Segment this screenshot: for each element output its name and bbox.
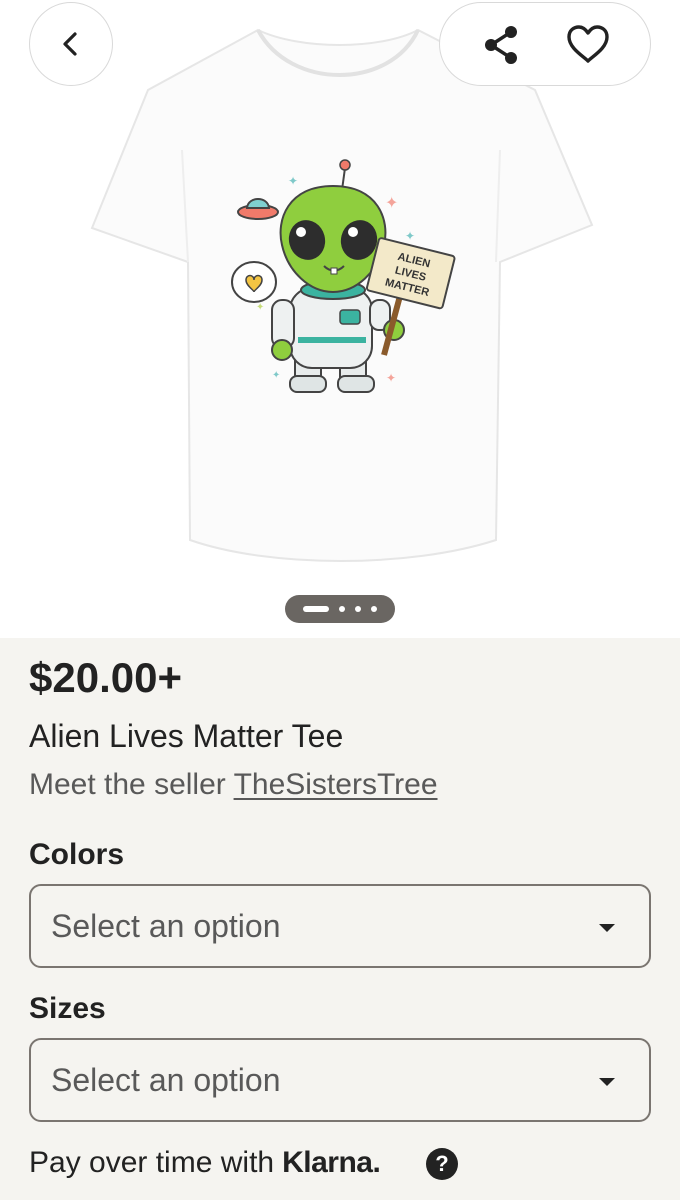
seller-prefix: Meet the seller: [29, 768, 234, 801]
sizes-select[interactable]: Select an option: [29, 1038, 651, 1122]
sizes-label: Sizes: [29, 992, 106, 1025]
product-image[interactable]: ✦ ✦ ✦ ✦ ✦ ✦ ALIEN LIVES MATTER: [0, 0, 680, 638]
klarna-text: Pay over time with: [29, 1146, 275, 1179]
klarna-logo: Klarna.: [282, 1146, 381, 1179]
svg-text:✦: ✦: [288, 174, 298, 188]
header-actions: [439, 2, 651, 86]
share-icon: [485, 26, 517, 64]
seller-line: Meet the seller TheSistersTree: [29, 768, 438, 802]
klarna-promo: Pay over time with Klarna.: [29, 1146, 381, 1180]
product-image-gallery[interactable]: ✦ ✦ ✦ ✦ ✦ ✦ ALIEN LIVES MATTER: [0, 0, 680, 638]
pager-dot: [355, 606, 361, 612]
svg-text:✦: ✦: [386, 371, 396, 385]
chevron-left-icon: [63, 32, 77, 56]
seller-link[interactable]: TheSistersTree: [234, 768, 438, 801]
share-button[interactable]: [478, 21, 526, 69]
pager-active-indicator: [303, 606, 329, 612]
heart-icon: [567, 25, 609, 63]
favorite-button[interactable]: [564, 21, 612, 69]
svg-text:✦: ✦: [272, 370, 280, 381]
speech-bubble-graphic: [231, 261, 277, 303]
question-circle-icon[interactable]: ?: [426, 1148, 458, 1180]
colors-select-value: Select an option: [51, 907, 281, 944]
pager-dot: [371, 606, 377, 612]
colors-label: Colors: [29, 838, 125, 871]
image-pager[interactable]: [285, 595, 395, 623]
svg-text:✦: ✦: [385, 195, 398, 212]
caret-down-icon: [599, 924, 615, 932]
product-title: Alien Lives Matter Tee: [29, 718, 344, 754]
svg-text:✦: ✦: [256, 302, 264, 313]
pager-dot: [339, 606, 345, 612]
sizes-select-value: Select an option: [51, 1061, 281, 1098]
svg-text:✦: ✦: [405, 229, 415, 243]
colors-select[interactable]: Select an option: [29, 884, 651, 968]
back-button[interactable]: [29, 2, 113, 86]
product-price: $20.00+: [29, 654, 182, 701]
caret-down-icon: [599, 1078, 615, 1086]
